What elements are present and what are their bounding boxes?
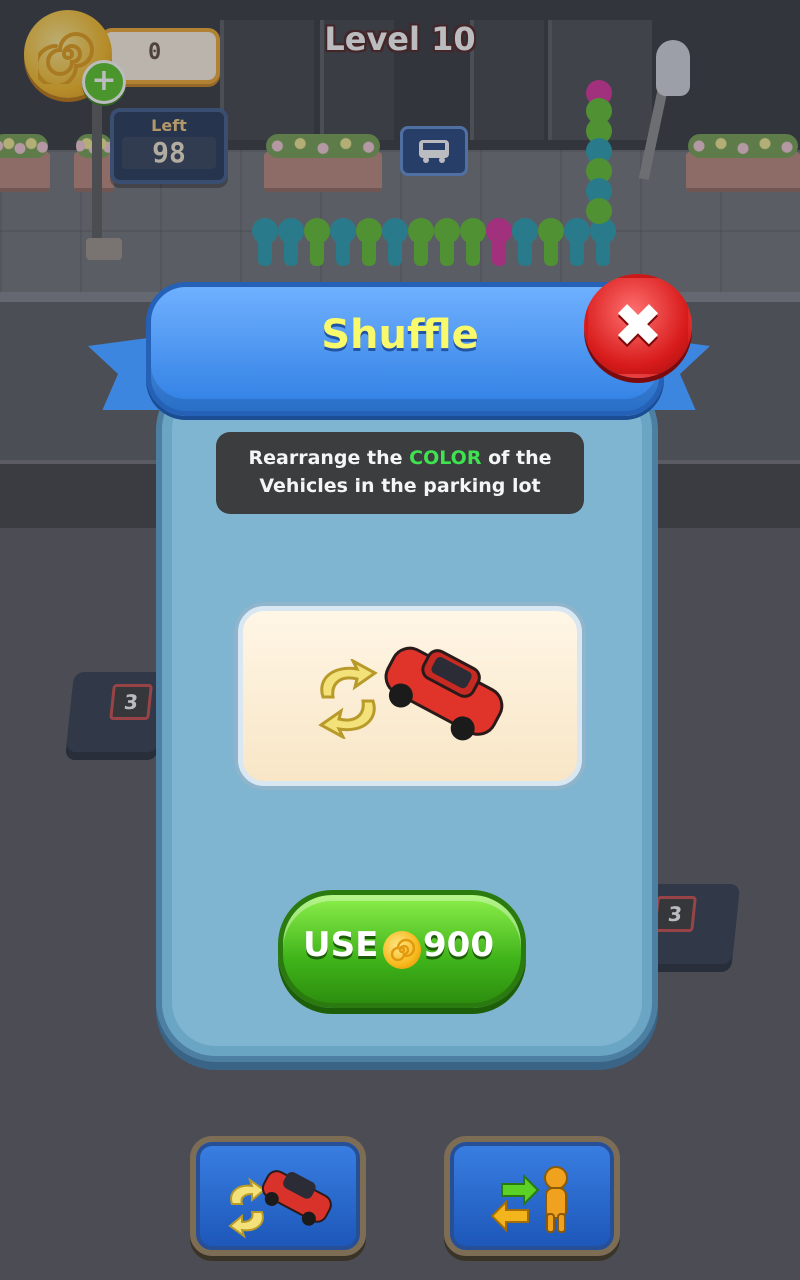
booster-shuffle-button[interactable] [190, 1136, 366, 1256]
dialog-title: Shuffle [321, 312, 479, 358]
use-button-price: 900 [423, 925, 494, 965]
shuffle-preview-card [238, 606, 582, 786]
coin-icon [383, 931, 421, 969]
red-car-icon [384, 646, 504, 741]
close-button[interactable]: ✖ [584, 274, 692, 378]
use-shuffle-button[interactable]: USE 900 [278, 890, 526, 1008]
close-icon: ✖ [612, 291, 664, 361]
description-highlight: COLOR [409, 447, 482, 469]
dialog-description: Rearrange the COLOR of the Vehicles in t… [216, 432, 584, 514]
use-button-label: USE [303, 925, 379, 965]
shuffle-car-icon [228, 1170, 332, 1239]
swap-person-icon [490, 1166, 568, 1233]
description-text: Rearrange the [248, 447, 410, 469]
booster-swap-passenger-button[interactable] [444, 1136, 620, 1256]
